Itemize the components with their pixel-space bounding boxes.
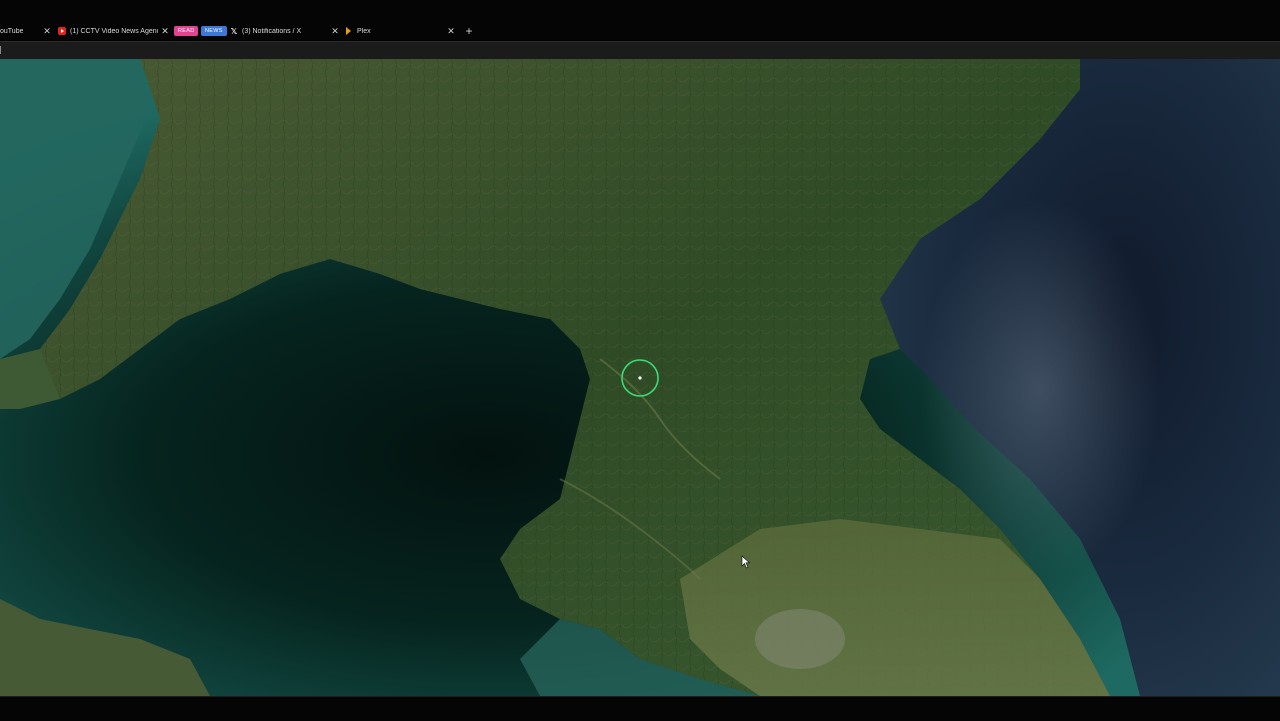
browser-top-bar: ouTube ✕ (1) CCTV Video News Agency - Yo… [0, 0, 1280, 40]
bookmark-news-badge[interactable]: NEWS [201, 26, 227, 36]
tab-cctv-video-news[interactable]: (1) CCTV Video News Agency - Yo ✕ [58, 22, 170, 40]
tab-plex[interactable]: Plex ✕ [346, 22, 456, 40]
address-bar[interactable] [0, 41, 1280, 60]
new-tab-button[interactable]: + [462, 24, 476, 38]
seoul-urban-area [755, 609, 845, 669]
tab-title: ouTube [0, 27, 24, 35]
plex-icon [346, 27, 351, 35]
close-icon[interactable]: ✕ [160, 26, 170, 36]
tab-youtube[interactable]: ouTube ✕ [0, 22, 52, 40]
location-dot [638, 376, 642, 380]
tab-title: Plex [357, 27, 371, 35]
bookmark-read-badge[interactable]: READ [174, 26, 199, 36]
close-icon[interactable]: ✕ [42, 26, 52, 36]
tab-x-notifications[interactable]: 𝕏 (3) Notifications / X ✕ [230, 22, 340, 40]
youtube-icon [58, 27, 66, 35]
text-caret [0, 46, 1, 54]
tab-title: (3) Notifications / X [242, 27, 302, 35]
tab-title: (1) CCTV Video News Agency - Yo [70, 27, 158, 35]
x-icon: 𝕏 [230, 26, 238, 36]
tab-strip: ouTube ✕ (1) CCTV Video News Agency - Yo… [0, 22, 1280, 40]
bottom-bar [0, 696, 1280, 721]
satellite-map-canvas [0, 59, 1280, 696]
close-icon[interactable]: ✕ [446, 26, 456, 36]
close-icon[interactable]: ✕ [330, 26, 340, 36]
satellite-map[interactable] [0, 59, 1280, 696]
